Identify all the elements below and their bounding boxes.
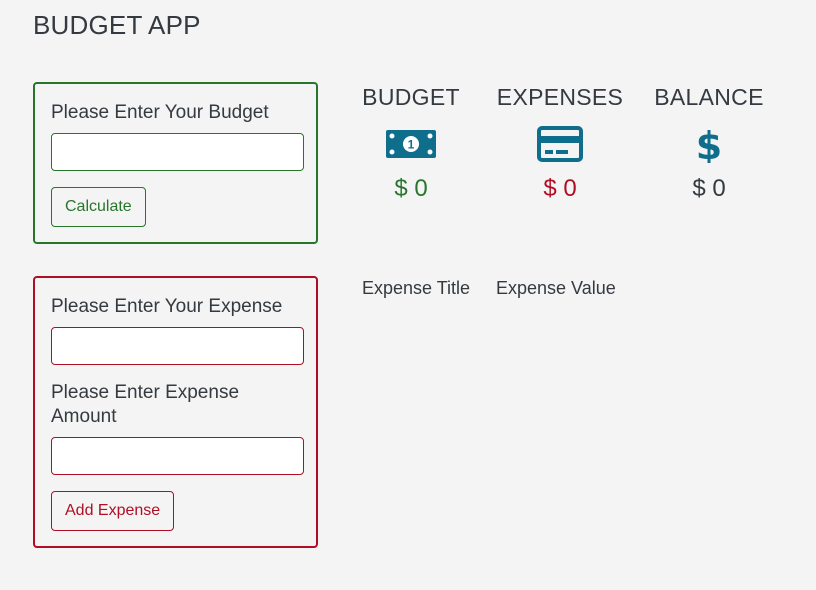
expense-form: Please Enter Your Expense Please Enter E… — [33, 276, 318, 548]
expenses-summary: EXPENSES $ 0 — [485, 84, 635, 203]
budget-label: Please Enter Your Budget — [51, 102, 269, 123]
budget-form: Please Enter Your Budget Calculate — [33, 82, 318, 244]
balance-amount: $ 0 — [692, 175, 726, 202]
app-title: BUDGET APP — [33, 10, 201, 40]
expenses-amount: $ 0 — [543, 175, 577, 202]
balance-summary: BALANCE $ $ 0 — [634, 84, 784, 203]
budget-summary: BUDGET 1 $ 0 — [336, 84, 486, 203]
budget-input[interactable] — [51, 133, 304, 171]
expense-amount-label: Please Enter Expense Amount — [51, 382, 240, 427]
svg-text:$: $ — [696, 125, 722, 163]
expenses-heading: EXPENSES — [496, 84, 624, 110]
budget-heading: BUDGET — [362, 84, 460, 110]
expense-value-column-header: Expense Value — [496, 278, 616, 298]
budget-amount: $ 0 — [394, 175, 428, 202]
calculate-button[interactable]: Calculate — [51, 187, 146, 227]
balance-heading: BALANCE — [654, 84, 764, 110]
expense-title-label: Please Enter Your Expense — [51, 296, 283, 317]
svg-text:1: 1 — [408, 138, 415, 152]
money-bill-icon: 1 — [386, 130, 436, 158]
expense-title-input[interactable] — [51, 327, 304, 365]
add-expense-button[interactable]: Add Expense — [51, 491, 175, 531]
credit-card-icon — [537, 126, 583, 162]
expense-title-column-header: Expense Title — [362, 278, 471, 298]
expense-amount-input[interactable] — [51, 437, 304, 475]
dollar-sign-icon: $ — [696, 125, 722, 163]
